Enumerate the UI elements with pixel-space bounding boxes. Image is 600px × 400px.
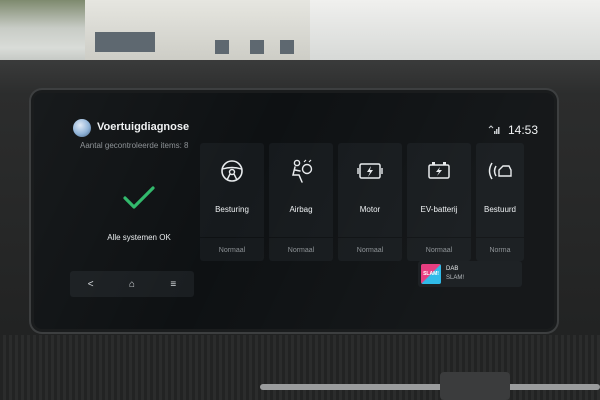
engine-icon [357, 163, 383, 179]
item-label: Besturing [215, 205, 249, 214]
item-status: Normaal [425, 247, 453, 254]
item-card-airbag[interactable]: Airbag Normaal [269, 143, 333, 261]
item-card-steering[interactable]: Besturing Normaal [200, 143, 264, 261]
vehicle-diagnostics-icon [73, 119, 91, 137]
item-card-engine[interactable]: Motor Normaal [338, 143, 402, 261]
steering-wheel-icon [221, 160, 243, 182]
media-source: DAB [446, 266, 459, 272]
chrome-strip [260, 384, 600, 390]
page-title: Voertuigdiagnose [97, 121, 190, 133]
station-logo: SLAM! [421, 264, 441, 284]
divider [338, 237, 402, 238]
item-status: Normaal [218, 247, 246, 254]
clock: 14:53 [507, 123, 538, 137]
divider [476, 237, 524, 238]
driver-assist-icon [488, 162, 512, 180]
checked-items-count: Aantal gecontroleerde items: 8 [80, 141, 189, 150]
diagnostic-items: Besturing Normaal Airbag Normaal Motor N… [200, 143, 540, 261]
item-card-ev-battery[interactable]: EV-batterij Normaal [407, 143, 471, 261]
divider [200, 237, 264, 238]
dashboard-trim [0, 335, 600, 400]
ev-battery-icon [428, 162, 450, 179]
status-bar: 14:53 [488, 123, 538, 137]
divider [269, 237, 333, 238]
media-widget[interactable]: SLAM! DAB SLAM! [418, 261, 522, 287]
overall-status-text: Alle systemen OK [107, 233, 171, 242]
home-button[interactable]: ⌂ [122, 279, 142, 290]
phone-signal-icon [488, 124, 500, 136]
infotainment-screen: Voertuigdiagnose Aantal gecontroleerde i… [34, 93, 554, 329]
menu-button[interactable]: ≡ [163, 279, 183, 290]
checkmark-icon [123, 186, 155, 209]
item-status: Normaal [287, 247, 315, 254]
airbag-icon [292, 159, 313, 183]
item-status: Normaal [356, 247, 384, 254]
item-label: Bestuurd [483, 205, 517, 214]
item-card-driver-assist[interactable]: Bestuurd Norma [476, 143, 524, 261]
navigation-bar: < ⌂ ≡ [70, 271, 194, 297]
back-button[interactable]: < [81, 279, 101, 290]
air-vent[interactable] [440, 372, 510, 400]
item-label: Motor [359, 205, 381, 214]
item-label: Airbag [289, 205, 313, 214]
media-station: SLAM! [446, 275, 465, 281]
divider [407, 237, 471, 238]
item-label: EV-batterij [420, 205, 458, 214]
item-status: Norma [489, 247, 511, 254]
